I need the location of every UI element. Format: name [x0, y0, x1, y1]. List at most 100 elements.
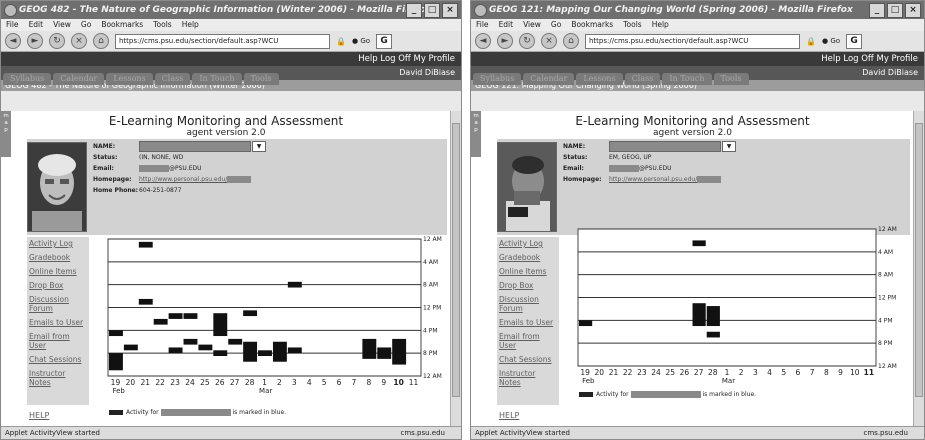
home-icon[interactable]: ⌂	[93, 33, 109, 49]
tab-tools[interactable]: Tools	[243, 73, 279, 85]
tab-calendar[interactable]: Calendar	[523, 73, 575, 85]
menu-bar: File Edit View Go Bookmarks Tools Help	[471, 19, 924, 31]
x-tick-label: 10	[393, 378, 403, 387]
x-tick-label: 3	[753, 368, 758, 377]
y-tick-label: 4 AM	[878, 249, 893, 256]
go-button[interactable]: ● Go	[352, 37, 370, 45]
forward-icon[interactable]: ►	[497, 33, 513, 49]
nav-toolbar: ◄ ► ↻ × ⌂ https://cms.psu.edu/section/de…	[1, 31, 461, 52]
activity-block	[579, 320, 593, 327]
legend-suffix: is marked in blue.	[232, 409, 287, 416]
status-bar: Applet ActivityView started cms.psu.edu	[1, 426, 461, 439]
menu-go[interactable]: Go	[551, 19, 561, 31]
vertical-scrollbar[interactable]	[913, 111, 924, 427]
tab-class[interactable]: Class	[624, 73, 661, 85]
tab-calendar[interactable]: Calendar	[53, 73, 105, 85]
menu-help[interactable]: Help	[652, 19, 669, 31]
menu-view[interactable]: View	[523, 19, 541, 31]
reload-icon[interactable]: ↻	[519, 33, 535, 49]
activity-block	[258, 350, 272, 357]
x-tick-label: 28	[708, 368, 718, 377]
help-links[interactable]: Help Log Off My Profile	[1, 52, 461, 66]
menu-file[interactable]: File	[6, 19, 19, 31]
activity-block	[692, 240, 706, 247]
y-tick-label: 12 AM	[878, 363, 897, 370]
activity-block	[198, 344, 213, 351]
activity-block	[109, 353, 123, 371]
google-icon[interactable]: G	[376, 33, 393, 49]
activity-block	[692, 303, 706, 327]
menu-bookmarks[interactable]: Bookmarks	[571, 19, 613, 31]
x-tick-label: 5	[322, 378, 327, 387]
legend-suffix: is marked in blue.	[702, 391, 757, 398]
menu-go[interactable]: Go	[81, 19, 91, 31]
url-field[interactable]: https://cms.psu.edu/section/default.asp?…	[115, 33, 330, 49]
y-tick-label: 12 PM	[878, 295, 896, 302]
menu-tools[interactable]: Tools	[623, 19, 641, 31]
month-label-mid: Mar	[259, 387, 272, 395]
tab-in-touch[interactable]: In Touch	[662, 73, 712, 85]
activity-block	[123, 344, 138, 351]
menu-help[interactable]: Help	[182, 19, 199, 31]
activity-block	[228, 338, 243, 345]
tab-class[interactable]: Class	[154, 73, 191, 85]
menu-bookmarks[interactable]: Bookmarks	[101, 19, 143, 31]
activity-block	[287, 347, 302, 354]
menu-tools[interactable]: Tools	[153, 19, 171, 31]
y-tick-label: 12 AM	[423, 373, 442, 380]
url-field[interactable]: https://cms.psu.edu/section/default.asp?…	[585, 33, 800, 49]
minimize-icon[interactable]: _	[869, 3, 885, 18]
menu-edit[interactable]: Edit	[499, 19, 514, 31]
google-icon[interactable]: G	[846, 33, 863, 49]
tab-syllabus[interactable]: Syllabus	[473, 73, 522, 85]
x-tick-label: 26	[215, 378, 225, 387]
y-tick-label: 8 PM	[423, 350, 438, 357]
activity-block	[153, 318, 168, 325]
y-tick-label: 4 PM	[878, 317, 893, 324]
maximize-icon[interactable]: □	[424, 3, 440, 18]
tab-syllabus[interactable]: Syllabus	[3, 73, 52, 85]
tab-lessons[interactable]: Lessons	[576, 73, 623, 85]
go-icon: ●	[351, 37, 359, 45]
stop-icon[interactable]: ×	[541, 33, 557, 49]
x-tick-label: 27	[230, 378, 240, 387]
back-icon[interactable]: ◄	[475, 33, 491, 49]
legend-swatch	[579, 392, 593, 397]
menu-view[interactable]: View	[53, 19, 71, 31]
tab-tools[interactable]: Tools	[713, 73, 749, 85]
activity-block	[109, 330, 123, 337]
x-tick-label: 3	[292, 378, 297, 387]
help-links[interactable]: Help Log Off My Profile	[471, 52, 924, 66]
vertical-scrollbar[interactable]	[450, 111, 461, 427]
x-tick-label: 2	[739, 368, 744, 377]
menu-edit[interactable]: Edit	[29, 19, 44, 31]
close-icon[interactable]: ×	[905, 3, 921, 18]
chart-legend: Activity for is marked in blue.	[579, 391, 756, 398]
scroll-thumb[interactable]	[915, 123, 923, 397]
x-tick-label: 25	[200, 378, 210, 387]
go-button[interactable]: ● Go	[822, 37, 840, 45]
close-icon[interactable]: ×	[442, 3, 458, 18]
activity-block	[168, 313, 183, 319]
reload-icon[interactable]: ↻	[49, 33, 65, 49]
x-tick-label: 23	[637, 368, 647, 377]
y-tick-label: 8 AM	[878, 272, 893, 279]
home-icon[interactable]: ⌂	[563, 33, 579, 49]
window-title: GEOG 121: Mapping Our Changing World (Sp…	[489, 5, 853, 15]
scroll-thumb[interactable]	[452, 123, 460, 397]
maximize-icon[interactable]: □	[887, 3, 903, 18]
x-tick-label: 6	[796, 368, 801, 377]
activity-block	[168, 347, 183, 354]
tab-lessons[interactable]: Lessons	[106, 73, 153, 85]
tab-in-touch[interactable]: In Touch	[192, 73, 242, 85]
x-tick-label: 5	[781, 368, 786, 377]
back-icon[interactable]: ◄	[5, 33, 21, 49]
activity-block	[243, 310, 258, 317]
minimize-icon[interactable]: _	[406, 3, 422, 18]
menu-file[interactable]: File	[476, 19, 489, 31]
forward-icon[interactable]: ►	[27, 33, 43, 49]
y-tick-label: 12 PM	[423, 305, 441, 312]
stop-icon[interactable]: ×	[71, 33, 87, 49]
nav-toolbar: ◄ ► ↻ × ⌂ https://cms.psu.edu/section/de…	[471, 31, 924, 52]
legend-swatch	[109, 410, 123, 415]
